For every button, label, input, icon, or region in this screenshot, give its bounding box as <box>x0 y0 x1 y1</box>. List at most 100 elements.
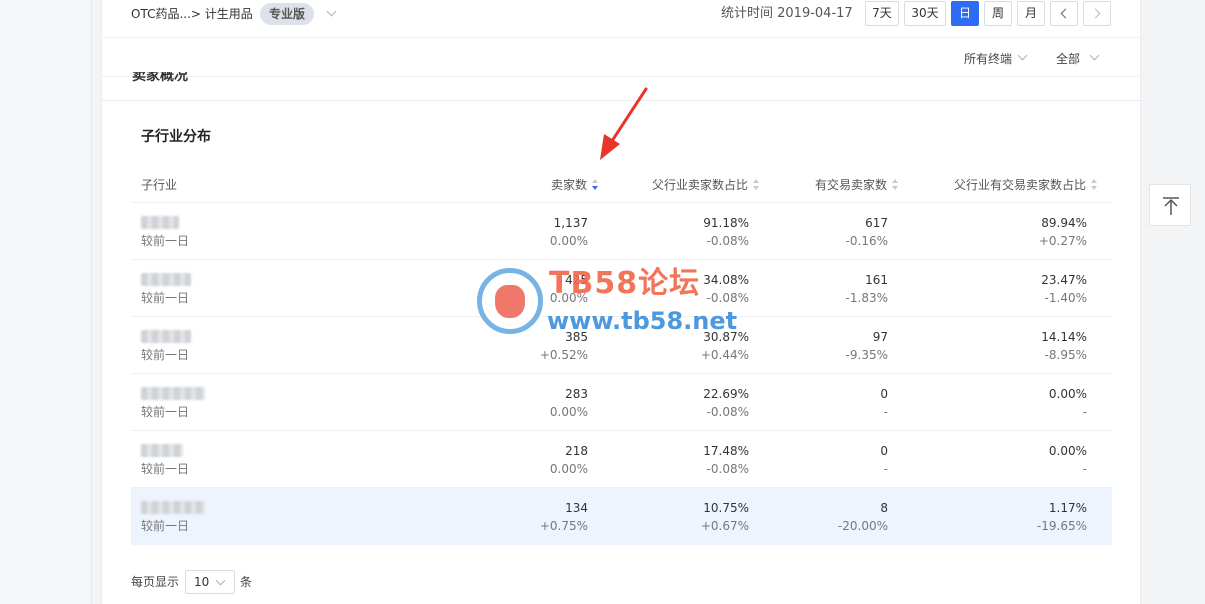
parent-ratio-change: +0.44% <box>700 348 749 362</box>
parent-ratio-change: -0.08% <box>706 405 749 419</box>
hand-icon <box>495 285 525 318</box>
chevron-left-icon <box>1060 8 1071 19</box>
range-month-button[interactable]: 月 <box>1017 1 1045 26</box>
sellers-value: 218 <box>565 444 588 458</box>
col-parent-ratio[interactable]: 父行业卖家数占比 <box>652 177 761 193</box>
per-page-unit: 条 <box>240 575 253 589</box>
range-day-button[interactable]: 日 <box>951 1 979 26</box>
redacted-sub-industry-name <box>141 330 191 343</box>
parent-ratio-change: -0.08% <box>706 462 749 476</box>
section-title: 卖家概况 <box>132 72 188 82</box>
trading-ratio-value: 89.94% <box>1041 216 1087 230</box>
table-row[interactable]: 较前一日 134 +0.75% 10.75% +0.67% 8 -20.00% 1.17% -1… <box>131 488 1112 545</box>
trading-ratio-change: - <box>1082 405 1087 419</box>
table-body: 较前一日 1,137 0.00% 91.18% -0.08% 617 -0.16% 89.94… <box>131 203 1112 545</box>
chevron-down-icon[interactable] <box>1017 50 1028 61</box>
chevron-down-icon <box>215 575 226 586</box>
scope-filter[interactable]: 全部 <box>1056 51 1080 67</box>
trading-sellers-change: -0.16% <box>845 234 888 248</box>
trading-sellers-value: 0 <box>880 387 888 401</box>
col-sellers-label: 卖家数 <box>550 178 587 192</box>
redacted-sub-industry-name <box>141 273 191 286</box>
sellers-change: +0.75% <box>539 519 588 533</box>
redacted-sub-industry-name <box>141 501 205 514</box>
redacted-sub-industry-name <box>141 216 179 229</box>
sellers-value: 1,137 <box>553 216 588 230</box>
range-30d-button[interactable]: 30天 <box>904 1 946 26</box>
compare-label: 较前一日 <box>141 234 190 248</box>
range-7d-button[interactable]: 7天 <box>865 1 899 26</box>
trading-sellers-change: -20.00% <box>837 519 888 533</box>
col-trading-sellers[interactable]: 有交易卖家数 <box>815 177 900 193</box>
table-header: 子行业 卖家数 父行业卖家数占比 有交易卖家数 父行业有交易卖家数占比 <box>131 164 1112 203</box>
annotation-arrow-icon <box>600 87 648 160</box>
per-page-label: 每页显示 <box>131 575 180 589</box>
watermark-url: www.tb58.net <box>547 307 738 335</box>
sort-icon[interactable] <box>592 179 600 190</box>
col-parent-ratio-label: 父行业卖家数占比 <box>651 178 748 192</box>
per-page-select[interactable]: 10 <box>185 570 235 594</box>
compare-label: 较前一日 <box>141 348 190 362</box>
col-sellers[interactable]: 卖家数 <box>551 177 600 193</box>
trading-sellers-change: -1.83% <box>845 291 888 305</box>
back-to-top-icon <box>1163 197 1179 215</box>
parent-ratio-change: -0.08% <box>706 234 749 248</box>
trading-sellers-value: 617 <box>865 216 888 230</box>
redacted-sub-industry-name <box>141 387 205 400</box>
compare-label: 较前一日 <box>141 405 190 419</box>
edition-badge[interactable]: 专业版 <box>260 3 315 25</box>
chevron-down-icon[interactable] <box>326 6 337 17</box>
table-row[interactable]: 较前一日 1,137 0.00% 91.18% -0.08% 617 -0.16% 89.94… <box>131 203 1112 260</box>
col-trading-ratio-label: 父行业有交易卖家数占比 <box>953 178 1086 192</box>
compare-label: 较前一日 <box>141 519 190 533</box>
trading-sellers-value: 97 <box>872 330 888 344</box>
terminal-filter[interactable]: 所有终端 <box>964 51 1012 67</box>
chevron-down-icon[interactable] <box>1089 50 1100 61</box>
trading-sellers-value: 0 <box>880 444 888 458</box>
parent-ratio-value: 34.08% <box>703 273 749 287</box>
trading-ratio-value: 1.17% <box>1048 501 1087 515</box>
left-gutter <box>0 0 92 604</box>
trading-ratio-change: +0.27% <box>1038 234 1087 248</box>
parent-ratio-change: +0.67% <box>700 519 749 533</box>
sellers-change: 0.00% <box>549 234 588 248</box>
breadcrumb[interactable]: OTC药品...> 计生用品 <box>131 6 253 22</box>
trading-ratio-change: - <box>1082 462 1087 476</box>
parent-ratio-value: 10.75% <box>703 501 749 515</box>
sort-icon[interactable] <box>753 179 761 190</box>
parent-ratio-value: 91.18% <box>703 216 749 230</box>
parent-ratio-value: 17.48% <box>703 444 749 458</box>
table-row[interactable]: 较前一日 283 0.00% 22.69% -0.08% 0 - 0.00% - <box>131 374 1112 431</box>
watermark-title: TB58论坛 <box>549 266 701 301</box>
trading-sellers-value: 8 <box>880 501 888 515</box>
chevron-right-icon <box>1090 8 1101 19</box>
trading-ratio-change: -19.65% <box>1036 519 1087 533</box>
next-date-button[interactable] <box>1083 1 1111 26</box>
sellers-value: 283 <box>565 387 588 401</box>
trading-sellers-change: -9.35% <box>845 348 888 362</box>
back-to-top-button[interactable] <box>1149 184 1191 226</box>
sort-icon[interactable] <box>892 179 900 190</box>
col-trading-sellers-label: 有交易卖家数 <box>814 178 887 192</box>
col-sub-industry: 子行业 <box>141 178 178 192</box>
filter-row: 所有终端 全部 <box>102 39 1142 77</box>
col-trading-ratio[interactable]: 父行业有交易卖家数占比 <box>954 177 1099 193</box>
sellers-change: 0.00% <box>549 405 588 419</box>
trading-ratio-value: 0.00% <box>1048 387 1087 401</box>
trading-ratio-change: -8.95% <box>1044 348 1087 362</box>
parent-ratio-change: -0.08% <box>706 291 749 305</box>
per-page-value: 10 <box>194 575 210 589</box>
sort-icon[interactable] <box>1091 179 1099 190</box>
table-row[interactable]: 较前一日 218 0.00% 17.48% -0.08% 0 - 0.00% - <box>131 431 1112 488</box>
parent-ratio-value: 22.69% <box>703 387 749 401</box>
top-bar: OTC药品...> 计生用品 专业版 统计时间 2019-04-17 7天 30… <box>102 0 1142 38</box>
trading-sellers-change: - <box>883 405 888 419</box>
trading-sellers-change: - <box>883 462 888 476</box>
compare-label: 较前一日 <box>141 462 190 476</box>
prev-date-button[interactable] <box>1050 1 1078 26</box>
sellers-change: +0.52% <box>539 348 588 362</box>
watermark-logo <box>477 268 543 334</box>
redacted-sub-industry-name <box>141 444 183 457</box>
range-week-button[interactable]: 周 <box>984 1 1012 26</box>
sellers-change: 0.00% <box>549 462 588 476</box>
